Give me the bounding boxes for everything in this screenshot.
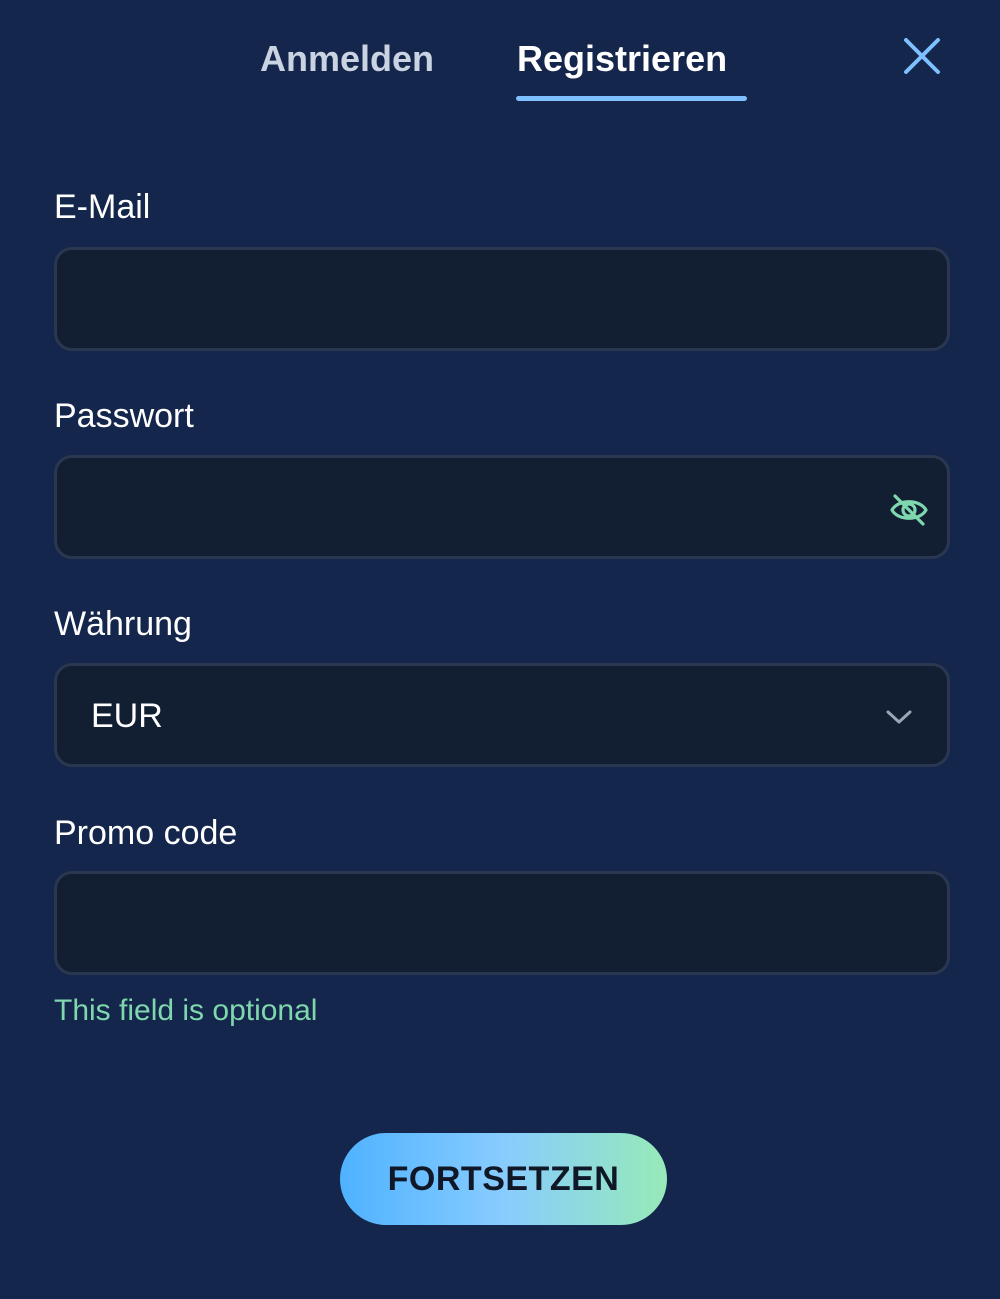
tab-login[interactable]: Anmelden — [260, 38, 434, 80]
continue-button-label: FORTSETZEN — [387, 1159, 620, 1198]
promo-code-input[interactable] — [87, 874, 871, 974]
promo-code-field-box — [54, 871, 950, 975]
close-icon — [904, 38, 940, 74]
auth-tabs: Anmelden Registrieren — [0, 30, 1000, 105]
email-label: E-Mail — [54, 188, 151, 226]
tab-register[interactable]: Registrieren — [517, 38, 727, 80]
registration-dialog: Anmelden Registrieren E-Mail Passwort Wä… — [0, 0, 1000, 1299]
promo-code-hint: This field is optional — [54, 994, 318, 1027]
eye-slash-icon — [890, 494, 928, 526]
currency-selected-value: EUR — [91, 697, 163, 735]
currency-label: Währung — [54, 605, 192, 643]
chevron-down-icon — [886, 710, 912, 724]
active-tab-indicator — [516, 96, 747, 101]
password-input[interactable] — [87, 458, 871, 558]
continue-button[interactable]: FORTSETZEN — [340, 1133, 667, 1225]
email-input[interactable] — [87, 250, 871, 350]
password-label: Passwort — [54, 397, 194, 435]
password-visibility-toggle[interactable] — [889, 492, 929, 528]
email-field-box — [54, 247, 950, 351]
password-field-box — [54, 455, 950, 559]
promo-code-label: Promo code — [54, 814, 238, 852]
currency-select[interactable]: EUR — [54, 663, 950, 767]
close-button[interactable] — [898, 32, 946, 80]
